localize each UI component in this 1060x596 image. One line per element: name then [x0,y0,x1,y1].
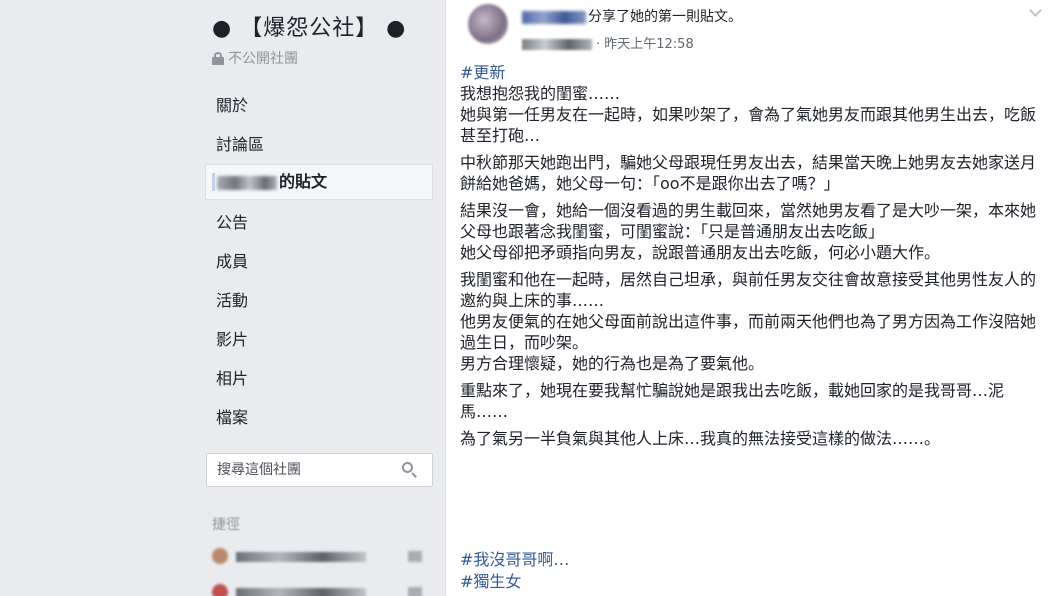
nav-item-member-posts[interactable]: 的貼文 [205,164,433,200]
lock-icon [212,51,224,65]
post-card: 分享了她的第一則貼文。 · 昨天上午12:58 #更新 我想抱怨我的閨蜜…… 她與… [445,0,1060,596]
post-text-line: 為了氣另一半負氣與其他人上床…我真的無法接受這樣的做法……。 [460,429,941,448]
group-title[interactable]: ● 【爆怨公社】 ● [212,10,406,42]
nav-item-discussion[interactable]: 討論區 [205,125,433,164]
hashtag-link[interactable]: #我沒哥哥啊… [460,549,569,571]
group-privacy-label: 不公開社團 [212,48,298,68]
redacted-meta [522,39,592,50]
post-paragraph: 重點來了，她現在要我幫忙騙說她是跟我出去吃飯，載她回家的是我哥哥…泥馬…… [460,380,1050,422]
post-action-text: 分享了她的第一則貼文。 [588,9,742,25]
post-text-line: 她與第一任男友在一起時，如果吵架了，會為了氣她男友而跟其他男生出去，吃飯甚至打砲… [460,105,1037,145]
post-paragraph: 為了氣另一半負氣與其他人上床…我真的無法接受這樣的做法……。 [460,428,1050,449]
post-text-line: 中秋節那天她跑出門，騙她父母跟現任男友出去，結果當天晚上她男友去她家送月餅給她爸… [460,153,1037,193]
hashtag-link[interactable]: #更新 [460,62,1050,83]
post-text-line: 我閨蜜和他在一起時，居然自己坦承，與前任男友交往會故意接受其他男性友人的邀約與上… [460,270,1037,310]
group-search-box[interactable] [206,453,433,487]
group-search-input[interactable] [217,460,397,480]
post-text-line: 結果沒一會，她給一個沒看過的男生載回來，當然她男友看了是大吵一架，本來她父母也跟… [460,201,1037,241]
nav-item-videos[interactable]: 影片 [205,320,433,359]
search-icon[interactable] [402,462,418,478]
nav-item-about[interactable]: 關於 [205,86,433,125]
post-paragraph: 我想抱怨我的閨蜜…… 她與第一任男友在一起時，如果吵架了，會為了氣她男友而跟其他男… [460,83,1050,146]
hashtag-link[interactable]: #獨生女 [460,571,569,593]
privacy-text: 不公開社團 [228,51,298,67]
post-timestamp[interactable]: · 昨天上午12:58 [596,37,694,52]
post-meta: · 昨天上午12:58 [522,33,694,52]
post-body: #更新 我想抱怨我的閨蜜…… 她與第一任男友在一起時，如果吵架了，會為了氣她男友而… [460,62,1050,455]
post-text-line: 男方合理懷疑，她的行為也是為了要氣他。 [460,354,765,373]
post-paragraph: 我閨蜜和他在一起時，居然自己坦承，與前任男友交往會故意接受其他男性友人的邀約與上… [460,269,1050,374]
nav-item-files[interactable]: 檔案 [205,398,433,437]
nav-item-events[interactable]: 活動 [205,281,433,320]
post-text-line: 重點來了，她現在要我幫忙騙說她是跟我出去吃飯，載她回家的是我哥哥…泥馬…… [460,381,1005,421]
nav-item-announcements[interactable]: 公告 [205,203,433,242]
shortcut-item[interactable] [212,582,432,596]
post-text-line: 我想抱怨我的閨蜜…… [460,84,621,103]
author-avatar[interactable] [468,4,508,44]
redacted-author-name[interactable] [522,10,586,24]
nav-item-members[interactable]: 成員 [205,242,433,281]
post-paragraph: 中秋節那天她跑出門，騙她父母跟現任男友出去，結果當天晚上她男友去她家送月餅給她爸… [460,152,1050,194]
post-paragraphs: 我想抱怨我的閨蜜…… 她與第一任男友在一起時，如果吵架了，會為了氣她男友而跟其他男… [460,83,1050,449]
shortcut-item[interactable] [212,546,432,568]
shortcuts-heading: 捷徑 [212,517,240,533]
post-text-line: 她父母卻把矛頭指向男友，說跟普通朋友出去吃飯，何必小題大作。 [460,243,941,262]
nav-item-photos[interactable]: 相片 [205,359,433,398]
post-header: 分享了她的第一則貼文。 [522,6,742,26]
post-text-line: 他男友便氣的在她父母面前說出這件事，而前兩天他們也為了男方因為工作沒陪她過生日，… [460,312,1037,352]
bottom-hashtags: #我沒哥哥啊… #獨生女 [460,549,569,593]
group-nav: 關於 討論區 的貼文 公告 成員 活動 影片 相片 檔案 [205,86,433,437]
chevron-down-icon[interactable] [1029,4,1042,17]
post-paragraph: 結果沒一會，她給一個沒看過的男生載回來，當然她男友看了是大吵一架，本來她父母也跟… [460,200,1050,263]
redacted-name [217,175,277,190]
group-sidebar: ● 【爆怨公社】 ● 不公開社團 關於 討論區 的貼文 公告 成員 活動 影片 … [0,0,445,596]
